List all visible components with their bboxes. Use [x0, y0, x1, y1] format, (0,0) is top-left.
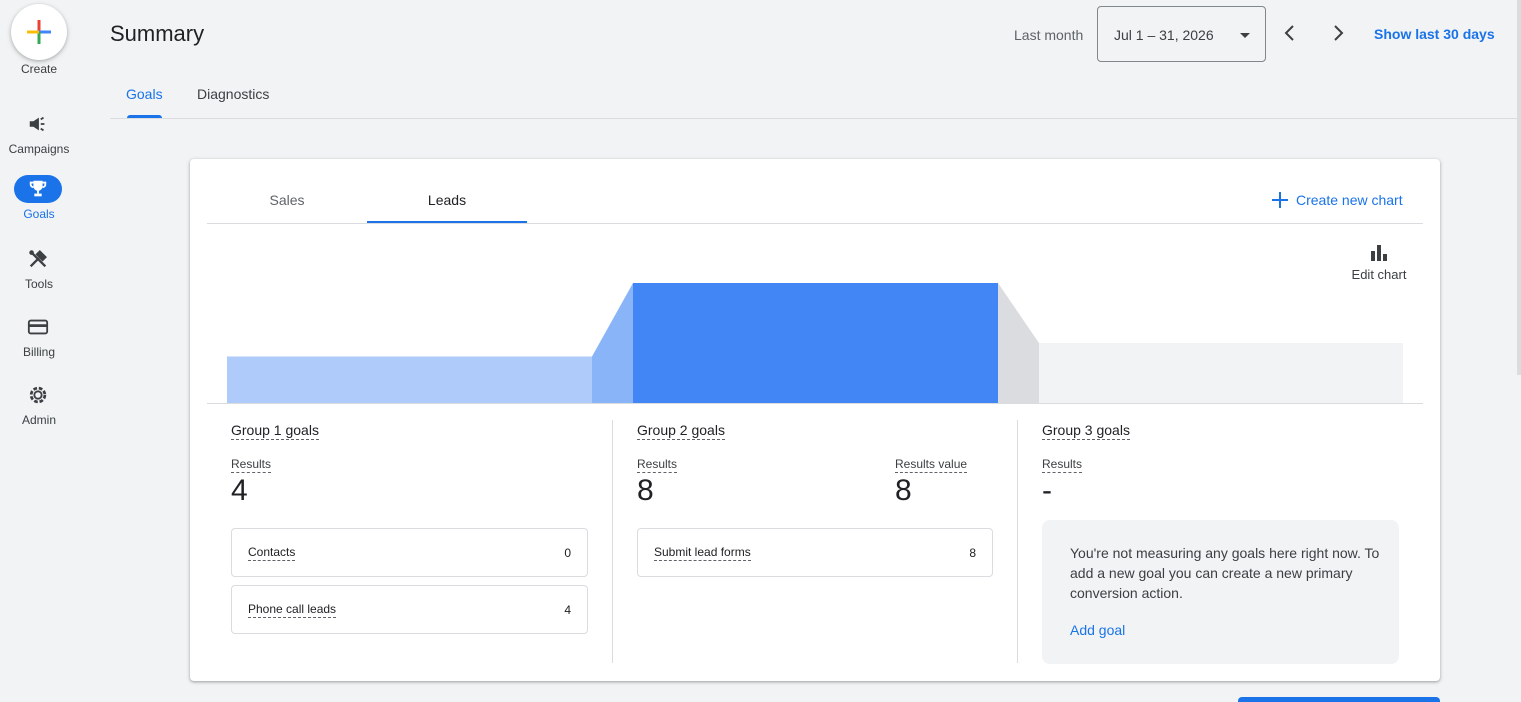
goal-row-value: 0 [564, 546, 571, 560]
date-range-value: Jul 1 – 31, 2026 [1114, 27, 1214, 43]
group-1-results-value: 4 [231, 474, 248, 507]
rail-item-tools[interactable]: Tools [0, 245, 78, 303]
card-tab-leads[interactable]: Leads [367, 192, 527, 208]
empty-state-message: You're not measuring any goals here righ… [1070, 545, 1380, 601]
rail-label-billing: Billing [22, 345, 55, 359]
plus-multicolor-icon [27, 20, 51, 44]
goal-row-name[interactable]: Contacts [248, 545, 296, 561]
date-range-select[interactable]: Jul 1 – 31, 2026 [1097, 6, 1266, 62]
dropdown-arrow-icon [1240, 33, 1250, 38]
rail-icon-wrap [14, 175, 62, 203]
app-root: Create Campaigns Goals Tools Billing Adm… [0, 0, 1521, 702]
goal-row-submit-lead-forms[interactable]: Submit lead forms 8 [637, 528, 993, 577]
bottom-action-button[interactable] [1238, 697, 1440, 702]
rail-icon-wrap [14, 313, 62, 341]
group-3-title[interactable]: Group 3 goals [1042, 422, 1130, 440]
goal-row-contacts[interactable]: Contacts 0 [231, 528, 588, 577]
next-period-button[interactable] [1326, 21, 1350, 45]
previous-period-button[interactable] [1278, 21, 1302, 45]
credit-card-icon [27, 319, 49, 335]
page-scrollbar[interactable] [1517, 0, 1521, 375]
rail-item-admin[interactable]: Admin [0, 381, 78, 439]
megaphone-icon [29, 116, 45, 132]
funnel-bar-group-1 [227, 356, 592, 403]
rail-label-campaigns: Campaigns [8, 142, 70, 156]
show-last-30-days-link[interactable]: Show last 30 days [1374, 26, 1495, 42]
funnel-connector-2 [998, 283, 1039, 403]
rail-item-goals[interactable]: Goals [0, 175, 78, 233]
rail-icon-wrap [14, 381, 62, 409]
create-button[interactable] [11, 4, 67, 60]
funnel-bar-group-3 [1039, 343, 1403, 403]
rail-item-billing[interactable]: Billing [0, 313, 78, 371]
group-3-results-value: - [1042, 474, 1052, 507]
goals-funnel-chart [227, 283, 1403, 403]
goal-row-value: 4 [564, 603, 571, 617]
group-2-results-label[interactable]: Results [637, 457, 678, 473]
chevron-left-icon [1284, 25, 1294, 41]
chevron-right-icon [1334, 25, 1344, 41]
tab-goals[interactable]: Goals [126, 86, 163, 102]
goal-row-value: 8 [969, 546, 976, 560]
rail-icon-wrap [14, 110, 62, 138]
funnel-bar-group-2 [633, 283, 998, 403]
group-separator [1017, 420, 1018, 663]
goal-row-phone-call-leads[interactable]: Phone call leads 4 [231, 585, 588, 634]
goal-row-name[interactable]: Phone call leads [248, 602, 337, 618]
goals-summary-card: Sales Leads Create new chart Edit chart … [190, 159, 1440, 681]
card-tabs-divider [207, 223, 1423, 224]
add-goal-link[interactable]: Add goal [1070, 622, 1125, 638]
rail-label-tools: Tools [24, 277, 53, 291]
group-1-title[interactable]: Group 1 goals [231, 422, 319, 440]
create-label: Create [20, 62, 58, 76]
funnel-connector-1 [592, 283, 633, 403]
group-1-results-label[interactable]: Results [231, 457, 272, 473]
goal-row-name[interactable]: Submit lead forms [654, 545, 751, 561]
bar-chart-icon [1371, 245, 1387, 261]
group-separator [612, 420, 613, 663]
group-2-title[interactable]: Group 2 goals [637, 422, 725, 440]
tools-icon [29, 250, 47, 268]
group-2-results-value: 8 [637, 474, 654, 507]
card-tab-sales[interactable]: Sales [207, 192, 367, 208]
rail-item-campaigns[interactable]: Campaigns [0, 110, 78, 168]
rail-icon-wrap [14, 245, 62, 273]
period-label: Last month [1014, 27, 1084, 43]
trophy-icon [29, 180, 47, 197]
group-2-results-value-amount: 8 [895, 474, 912, 507]
tabs-divider [110, 118, 1521, 119]
rail-label-goals: Goals [23, 207, 55, 221]
plus-icon [1272, 192, 1288, 208]
group-2-results-value-label[interactable]: Results value [895, 457, 968, 473]
rail-label-admin: Admin [21, 413, 56, 427]
nav-rail: Create Campaigns Goals Tools Billing Adm… [0, 0, 78, 702]
group-3-empty-state: You're not measuring any goals here righ… [1042, 520, 1399, 664]
gear-icon [29, 386, 47, 404]
tab-diagnostics[interactable]: Diagnostics [197, 86, 269, 102]
create-new-chart-label: Create new chart [1296, 192, 1403, 208]
group-3-results-label[interactable]: Results [1042, 457, 1083, 473]
group-3-panel: Group 3 goals Results - You're not measu… [1042, 404, 1399, 664]
page-title: Summary [110, 21, 205, 46]
